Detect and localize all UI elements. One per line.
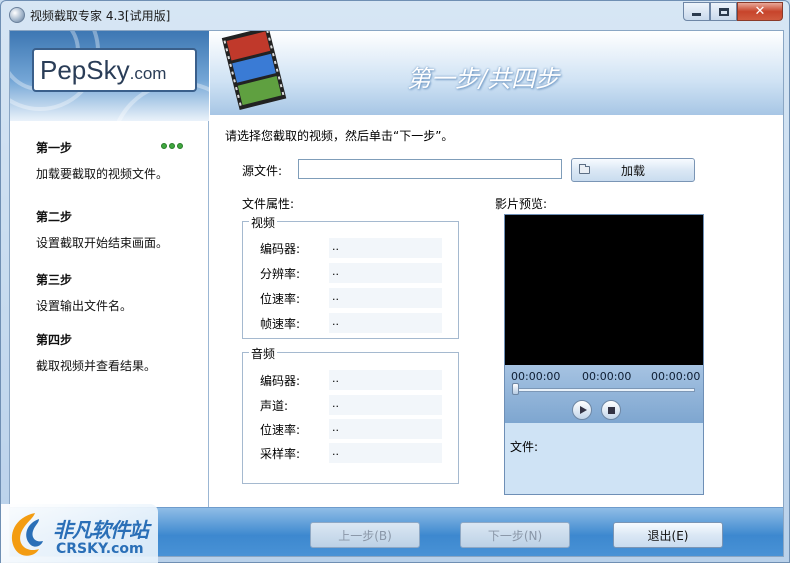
time-current: 00:00:00 [582,370,632,383]
steps-sidebar: PepSky.com 第一步 加载要截取的视频文件。 第二步 设置截取开始结束画… [10,31,209,507]
preview-label: 影片预览: [495,197,548,211]
video-group-title: 视频 [249,214,278,231]
app-window: 视频截取专家 4.3[试用版] ✕ PepSky.com 第一步 加载要截取的视… [0,0,790,563]
seek-track[interactable] [513,388,695,392]
active-step-indicator-icon [161,143,183,149]
close-icon: ✕ [754,4,766,19]
app-icon[interactable] [9,7,25,23]
exit-button[interactable]: 退出(E) [613,522,723,548]
minimize-icon [692,13,701,16]
video-prop-row: 位速率: .. [243,288,453,308]
audio-channels-value: .. [329,395,442,415]
video-prop-row: 帧速率: .. [243,313,453,333]
step-desc: 设置输出文件名。 [36,299,133,313]
video-framerate-value: .. [329,313,442,333]
step-title: 第四步 [36,333,73,347]
step-desc: 加载要截取的视频文件。 [36,167,169,181]
step-4: 第四步 截取视频并查看结果。 [36,331,156,374]
minimize-button[interactable] [683,2,710,21]
step-3: 第三步 设置输出文件名。 [36,271,132,314]
time-end: 00:00:00 [651,370,701,383]
source-file-input[interactable] [298,159,562,179]
video-display [505,215,703,365]
play-icon [580,406,587,414]
audio-samplerate-value: .. [329,443,442,463]
stop-icon [608,407,615,414]
video-prop-row: 分辨率: .. [243,263,453,283]
step-title: 第三步 [36,273,73,287]
audio-properties-group: 音频 编码器: .. 声道: .. 位速率: .. 采样率: .. [242,345,459,484]
audio-codec-value: .. [329,370,442,390]
filmstrip-icon [221,31,287,110]
video-properties-group: 视频 编码器: .. 分辨率: .. 位速率: .. 帧速率: .. [242,214,459,339]
title-bar[interactable]: 视频截取专家 4.3[试用版] ✕ [1,1,789,29]
maximize-button[interactable] [710,2,737,21]
load-button[interactable]: 加载 [571,158,695,182]
time-start: 00:00:00 [511,370,561,383]
window-title: 视频截取专家 4.3[试用版] [30,9,171,23]
audio-group-title: 音频 [249,345,278,362]
video-prop-row: 编码器: .. [243,238,453,258]
seek-thumb[interactable] [512,383,519,395]
watermark-cn-text: 非凡软件站 [53,518,149,542]
close-button[interactable]: ✕ [737,2,783,21]
file-properties-label: 文件属性: [242,197,295,211]
pepsky-logo: PepSky.com [32,48,197,92]
step-counter-title: 第一步/共四步 [407,65,560,93]
audio-prop-row: 声道: .. [243,395,453,415]
prev-step-button[interactable]: 上一步(B) [310,522,420,548]
stop-button[interactable] [601,400,621,420]
crsky-logo-icon [11,513,43,556]
window-controls: ✕ [683,2,783,21]
step-desc: 截取视频并查看结果。 [36,359,157,373]
audio-prop-row: 编码器: .. [243,370,453,390]
audio-prop-row: 位速率: .. [243,419,453,439]
step-title: 第一步 [36,141,73,155]
step-2: 第二步 设置截取开始结束画面。 [36,208,168,251]
crsky-watermark: 非凡软件站 CRSKY.com [1,504,158,563]
preview-file-label: 文件: [510,440,539,454]
instruction-text: 请选择您截取的视频，然后单击“下一步”。 [225,129,454,143]
audio-prop-row: 采样率: .. [243,443,453,463]
playback-controls: 00:00:00 00:00:00 00:00:00 [505,365,703,423]
movie-preview-panel: 00:00:00 00:00:00 00:00:00 文件: [504,214,704,495]
logo-banner: PepSky.com [10,31,209,121]
step-title: 第二步 [36,210,73,224]
video-resolution-value: .. [329,263,442,283]
step-desc: 设置截取开始结束画面。 [36,236,169,250]
maximize-icon [718,7,729,16]
next-step-button[interactable]: 下一步(N) [460,522,570,548]
audio-bitrate-value: .. [329,419,442,439]
folder-icon [579,164,590,174]
wizard-client-area: PepSky.com 第一步 加载要截取的视频文件。 第二步 设置截取开始结束画… [9,30,784,557]
source-file-label: 源文件: [242,164,283,178]
watermark-en-text: CRSKY.com [56,541,144,557]
video-codec-value: .. [329,238,442,258]
step-1: 第一步 加载要截取的视频文件。 [36,139,168,182]
play-button[interactable] [572,400,592,420]
video-bitrate-value: .. [329,288,442,308]
